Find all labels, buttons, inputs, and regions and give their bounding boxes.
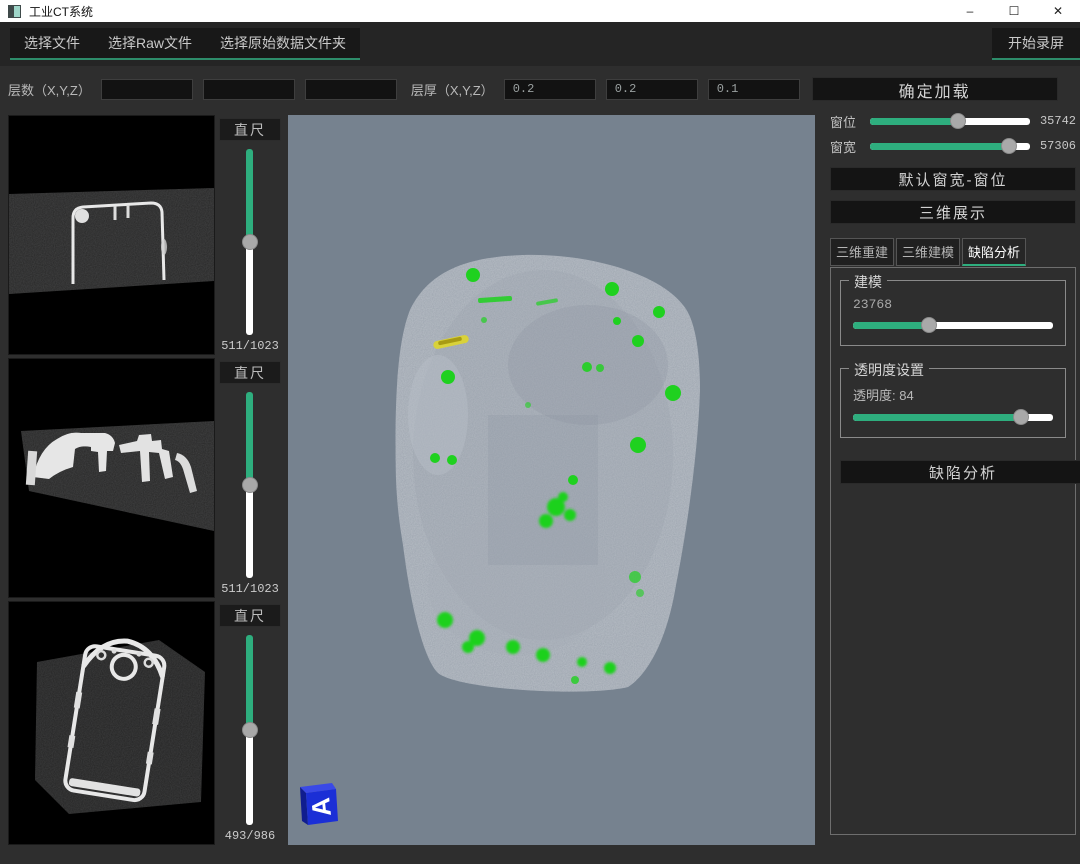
window-width-label: 窗宽 — [830, 137, 864, 156]
slice-view-coronal: 直尺 511/1023 — [8, 358, 288, 598]
thickness-z-input[interactable] — [708, 79, 800, 100]
window-width-row: 窗宽 57306 — [830, 137, 1076, 155]
select-raw-data-folder-button[interactable]: 选择原始数据文件夹 — [206, 28, 360, 58]
slice-position-3: 493/986 — [225, 829, 275, 843]
slice-view-axial: 直尺 511/1023 — [8, 115, 288, 355]
window-level-row: 窗位 35742 — [830, 112, 1076, 130]
opacity-slider-fill — [853, 414, 1021, 421]
slice-slider-thumb-3[interactable] — [242, 722, 258, 738]
opacity-group-title: 透明度设置 — [849, 360, 929, 380]
slice-controls-sagittal: 直尺 493/986 — [215, 601, 285, 845]
window-title: 工业CT系统 — [29, 3, 93, 20]
window-width-fill — [870, 143, 1009, 150]
tab-defect-analysis[interactable]: 缺陷分析 — [962, 238, 1026, 266]
window-level-thumb[interactable] — [950, 113, 966, 129]
parameter-row: 层数（X,Y,Z） 层厚（X,Y,Z） 确定加载 — [0, 76, 1080, 102]
modeling-slider-fill — [853, 322, 929, 329]
window-controls: – ☐ ✕ — [948, 0, 1080, 22]
svg-text:A: A — [305, 796, 337, 818]
slice-slider-3[interactable] — [242, 635, 258, 825]
slice-slider-1[interactable] — [242, 149, 258, 335]
orientation-cube: A — [300, 783, 338, 825]
app-icon — [8, 5, 21, 18]
slice-view-sagittal: 直尺 493/986 — [8, 601, 288, 845]
slice-position-2: 511/1023 — [221, 582, 279, 596]
slice-position-1: 511/1023 — [221, 339, 279, 353]
start-recording-button[interactable]: 开始录屏 — [992, 28, 1080, 60]
slice-slider-thumb-1[interactable] — [242, 234, 258, 250]
layers-z-input[interactable] — [305, 79, 397, 100]
close-button[interactable]: ✕ — [1036, 0, 1080, 22]
modeling-value: 23768 — [853, 297, 1055, 312]
layers-label: 层数（X,Y,Z） — [8, 80, 91, 99]
minimize-button[interactable]: – — [948, 0, 992, 22]
slice-controls-coronal: 直尺 511/1023 — [215, 358, 285, 598]
defect-analysis-button[interactable]: 缺陷分析 — [840, 460, 1080, 484]
opacity-slider[interactable] — [853, 414, 1053, 421]
titlebar: 工业CT系统 – ☐ ✕ — [0, 0, 1080, 22]
file-buttons-group: 选择文件 选择Raw文件 选择原始数据文件夹 — [10, 28, 360, 60]
default-ww-wl-button[interactable]: 默认窗宽-窗位 — [830, 167, 1076, 191]
modeling-group-title: 建模 — [849, 272, 887, 292]
window-width-slider[interactable] — [870, 143, 1030, 150]
confirm-load-button[interactable]: 确定加载 — [812, 77, 1058, 101]
app-window: 工业CT系统 – ☐ ✕ 选择文件 选择Raw文件 选择原始数据文件夹 开始录屏… — [0, 0, 1080, 864]
right-panel: 窗位 35742 窗宽 57306 默认窗宽-窗位 三维展示 三维重建 三维建模… — [830, 112, 1076, 835]
layers-x-input[interactable] — [101, 79, 193, 100]
window-width-thumb[interactable] — [1001, 138, 1017, 154]
toolbar: 选择文件 选择Raw文件 选择原始数据文件夹 开始录屏 — [0, 22, 1080, 66]
ruler-button-1[interactable]: 直尺 — [219, 118, 281, 141]
display-3d-button[interactable]: 三维展示 — [830, 200, 1076, 224]
ruler-button-2[interactable]: 直尺 — [219, 361, 281, 384]
opacity-value-label: 透明度: 84 — [853, 385, 1055, 404]
thickness-label: 层厚（X,Y,Z） — [411, 80, 494, 99]
opacity-slider-thumb[interactable] — [1013, 409, 1029, 425]
window-level-slider[interactable] — [870, 118, 1030, 125]
slice-image-coronal[interactable] — [8, 358, 215, 598]
tab-3d-reconstruction[interactable]: 三维重建 — [830, 238, 894, 266]
ruler-button-3[interactable]: 直尺 — [219, 604, 281, 627]
slice-image-sagittal[interactable] — [8, 601, 215, 845]
slice-slider-2[interactable] — [242, 392, 258, 578]
modeling-groupbox: 建模 23768 — [840, 280, 1066, 346]
defect-analysis-tab-page: 建模 23768 透明度设置 透明度: 84 缺陷分析 — [830, 267, 1076, 835]
window-level-label: 窗位 — [830, 112, 864, 131]
window-width-value: 57306 — [1036, 139, 1076, 153]
window-level-value: 35742 — [1036, 114, 1076, 128]
opacity-groupbox: 透明度设置 透明度: 84 — [840, 368, 1066, 438]
window-level-fill — [870, 118, 958, 125]
slice-slider-thumb-2[interactable] — [242, 477, 258, 493]
analysis-tabs: 三维重建 三维建模 缺陷分析 — [830, 238, 1076, 266]
thickness-y-input[interactable] — [606, 79, 698, 100]
layers-y-input[interactable] — [203, 79, 295, 100]
tab-3d-modeling[interactable]: 三维建模 — [896, 238, 960, 266]
slice-image-axial[interactable] — [8, 115, 215, 355]
maximize-button[interactable]: ☐ — [992, 0, 1036, 22]
slice-controls-axial: 直尺 511/1023 — [215, 115, 285, 355]
thickness-x-input[interactable] — [504, 79, 596, 100]
modeling-slider[interactable] — [853, 322, 1053, 329]
select-raw-file-button[interactable]: 选择Raw文件 — [94, 28, 206, 58]
modeling-slider-thumb[interactable] — [921, 317, 937, 333]
viewport-3d[interactable]: A — [288, 115, 815, 845]
select-file-button[interactable]: 选择文件 — [10, 28, 94, 58]
